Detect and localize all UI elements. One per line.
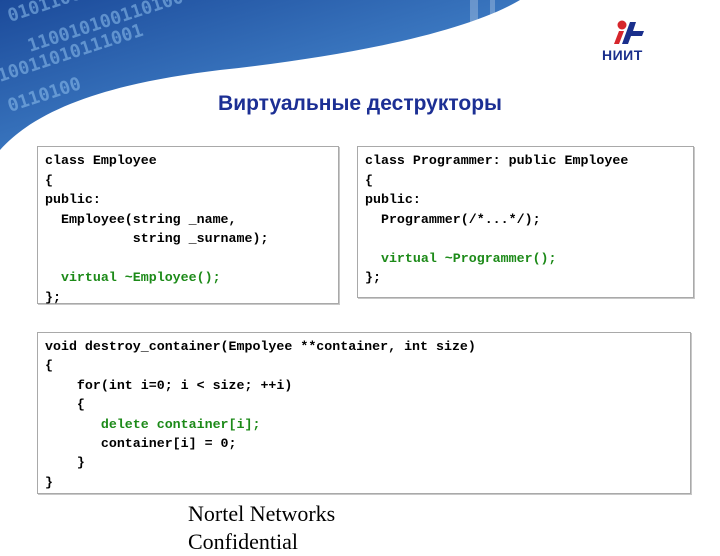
code-line: delete container[i]; (45, 416, 261, 432)
code-line: class Programmer: public Employee (365, 153, 629, 168)
niit-logo: НИИТ (600, 18, 700, 68)
code-box-employee: class Employee { public: Employee(string _… (37, 146, 339, 305)
code-line: public: (365, 192, 421, 207)
code-line: }; (365, 270, 381, 285)
footer-text: Nortel Networks Confidential (188, 500, 335, 556)
code-line: class Employee (45, 153, 157, 168)
footer-line-2: Confidential (188, 529, 298, 554)
logo-text: НИИТ (602, 47, 643, 63)
code-line: Employee(string _name, (45, 211, 237, 227)
code-line: string _surname); (45, 231, 269, 246)
slide-title: Виртуальные деструкторы (218, 92, 502, 115)
code-line: void destroy_container(Empolyee **contai… (45, 339, 476, 354)
code-line: container[i] = 0; (45, 435, 237, 451)
code-line: } (45, 455, 85, 471)
footer-line-1: Nortel Networks (188, 501, 336, 526)
code-line: { (45, 397, 85, 413)
binary-banner-graphic: 0101100100101101 110010100110100 1001101… (0, 0, 540, 150)
code-line: virtual ~Employee(); (45, 270, 221, 285)
code-line: { (365, 172, 373, 188)
code-box-programmer: class Programmer: public Employee { public… (357, 146, 694, 298)
code-line: { (45, 172, 53, 188)
code-line: } (45, 474, 53, 490)
code-line: virtual ~Programmer(); (365, 250, 557, 266)
code-line: public: (45, 192, 101, 207)
code-line: Programmer(/*...*/); (365, 211, 541, 227)
code-box-destroy-container: void destroy_container(Empolyee **contai… (37, 332, 691, 494)
code-line: { (45, 358, 53, 374)
code-line: for(int i=0; i < size; ++i) (45, 377, 293, 393)
niit-logo-mark-icon (614, 20, 644, 44)
code-line: }; (45, 289, 61, 305)
